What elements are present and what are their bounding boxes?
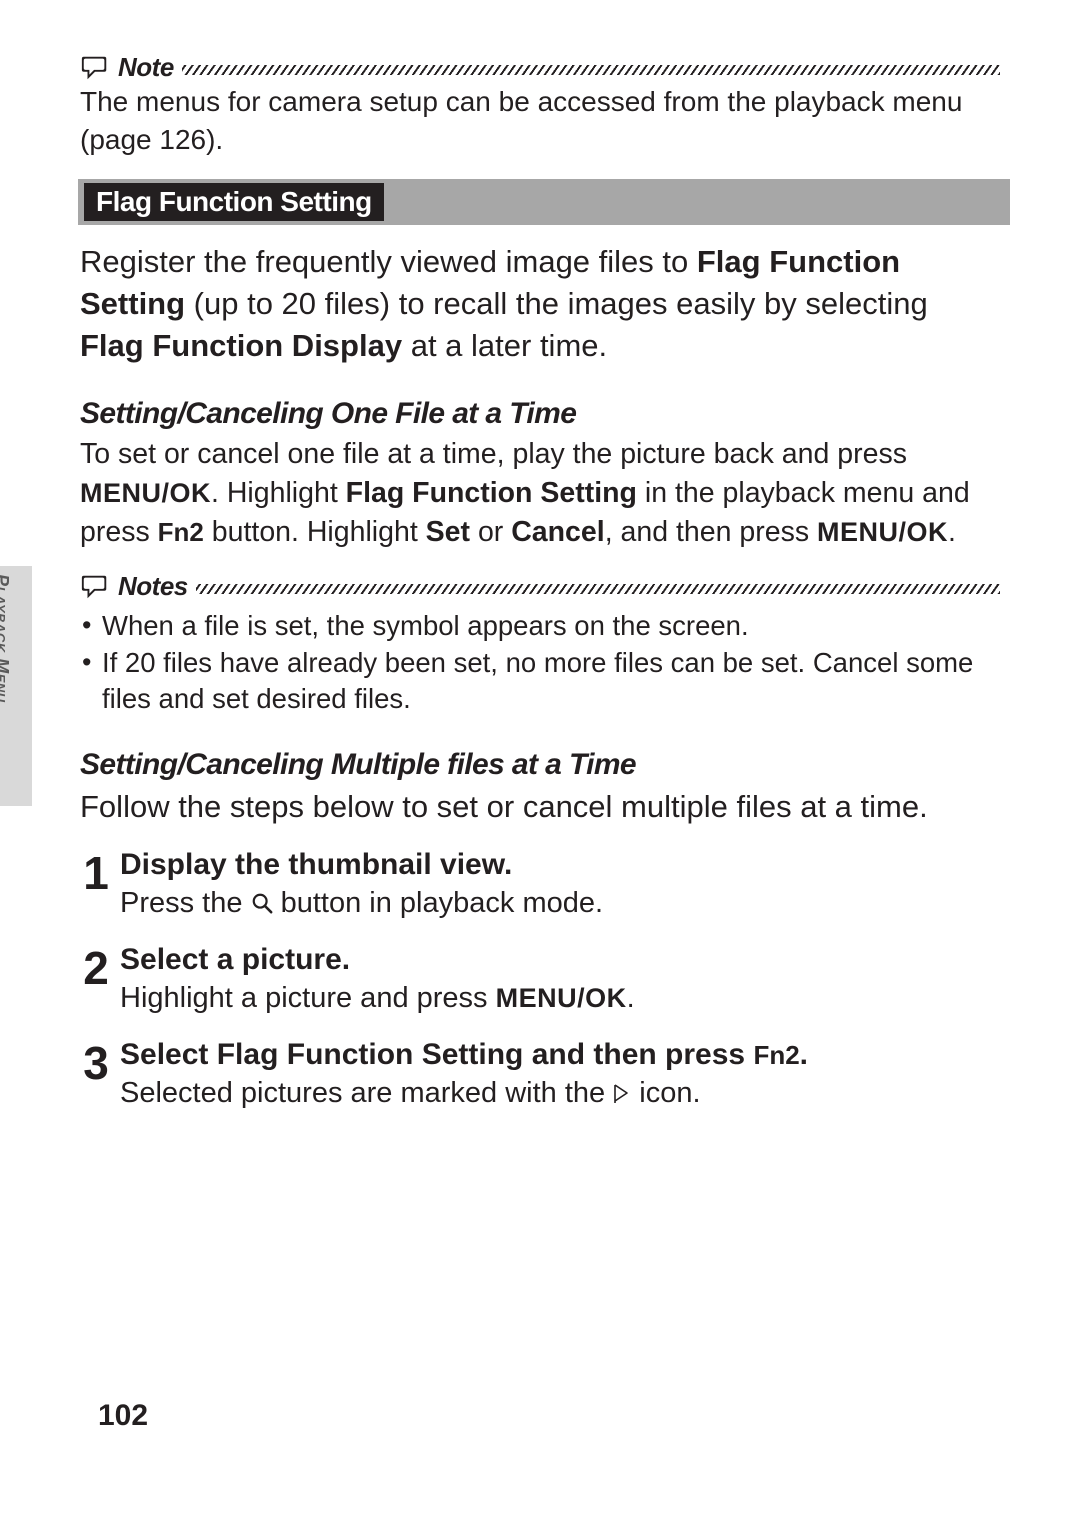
- flag-outline-icon: [613, 1077, 631, 1099]
- text: button in playback mode.: [273, 887, 603, 919]
- step-text: Selected pictures are marked with the ic…: [120, 1074, 1000, 1113]
- hatch-rule: [182, 65, 1000, 75]
- note-body: The menus for camera setup can be access…: [80, 83, 1000, 159]
- step-number: 2: [80, 943, 110, 1018]
- fn2-label: Fn2: [158, 517, 204, 547]
- text: . Highlight: [211, 477, 346, 509]
- steps: 1 Display the thumbnail view. Press the …: [80, 848, 1000, 1113]
- text: .: [948, 516, 956, 548]
- menu-ok-label: MENU/OK: [496, 983, 627, 1013]
- text-bold: Set: [426, 516, 470, 548]
- speech-bubble-icon: [80, 572, 110, 602]
- menu-ok-label: MENU/OK: [817, 517, 948, 547]
- text: at a later time.: [402, 328, 607, 363]
- step-number: 3: [80, 1038, 110, 1113]
- text: Register the frequently viewed image fil…: [80, 244, 697, 279]
- notes-list-item: If 20 files have already been set, no mo…: [80, 645, 1000, 718]
- text: .: [627, 982, 635, 1014]
- fn2-label: Fn2: [753, 1040, 799, 1070]
- section-header-bar: Flag Function Setting: [78, 179, 1010, 225]
- page-content: Note The menus for camera setup can be a…: [80, 52, 1000, 1113]
- note-heading-row: Note: [80, 52, 1000, 83]
- speech-bubble-icon: [80, 53, 110, 83]
- text: To set or cancel one file at a time, pla…: [80, 438, 907, 470]
- text: , and then press: [605, 516, 817, 548]
- text-bold: Flag Function Setting: [217, 1038, 524, 1071]
- step-1: 1 Display the thumbnail view. Press the …: [80, 848, 1000, 923]
- menu-ok-label: MENU/OK: [80, 478, 211, 508]
- subheading-multi-files: Setting/Canceling Multiple files at a Ti…: [80, 748, 1000, 782]
- text: Selected pictures are marked with the: [120, 1077, 613, 1109]
- note-label: Note: [118, 52, 174, 83]
- text: Highlight a picture and press: [120, 982, 496, 1014]
- section-intro: Register the frequently viewed image fil…: [80, 241, 1000, 367]
- step-2: 2 Select a picture. Highlight a picture …: [80, 943, 1000, 1018]
- subheading-one-file: Setting/Canceling One File at a Time: [80, 397, 1000, 431]
- step-title: Select a picture.: [120, 943, 1000, 977]
- step-title: Display the thumbnail view.: [120, 848, 1000, 882]
- text: Press the: [120, 887, 251, 919]
- subbody-one-file: To set or cancel one file at a time, pla…: [80, 435, 1000, 551]
- subbody-multi-lead: Follow the steps below to set or cancel …: [80, 786, 1000, 828]
- notes-heading-row: Notes: [80, 571, 1000, 602]
- magnify-icon: [251, 886, 273, 908]
- text-bold: Flag Function Display: [80, 328, 402, 363]
- step-number: 1: [80, 848, 110, 923]
- text: (up to 20 files) to recall the images ea…: [185, 286, 928, 321]
- step-text: Highlight a picture and press MENU/OK.: [120, 979, 1000, 1018]
- step-text: Press the button in playback mode.: [120, 884, 1000, 923]
- notes-list: When a file is set, the symbol appears o…: [80, 608, 1000, 718]
- text-bold: Cancel: [511, 516, 604, 548]
- text-bold: Flag Function Setting: [346, 477, 637, 509]
- notes-list-item: When a file is set, the symbol appears o…: [80, 608, 1000, 645]
- text: or: [470, 516, 511, 548]
- section-header-title: Flag Function Setting: [84, 183, 384, 221]
- side-tab-label: Playback Menu: [0, 574, 12, 798]
- hatch-rule: [196, 584, 1000, 594]
- text: and then press: [523, 1038, 753, 1071]
- step-3: 3 Select Flag Function Setting and then …: [80, 1038, 1000, 1113]
- step-title: Select Flag Function Setting and then pr…: [120, 1038, 1000, 1072]
- text: icon.: [631, 1077, 700, 1109]
- text: Select: [120, 1038, 217, 1071]
- notes-label: Notes: [118, 571, 188, 602]
- page-number: 102: [98, 1399, 148, 1433]
- text: button. Highlight: [204, 516, 426, 548]
- text: .: [800, 1038, 808, 1071]
